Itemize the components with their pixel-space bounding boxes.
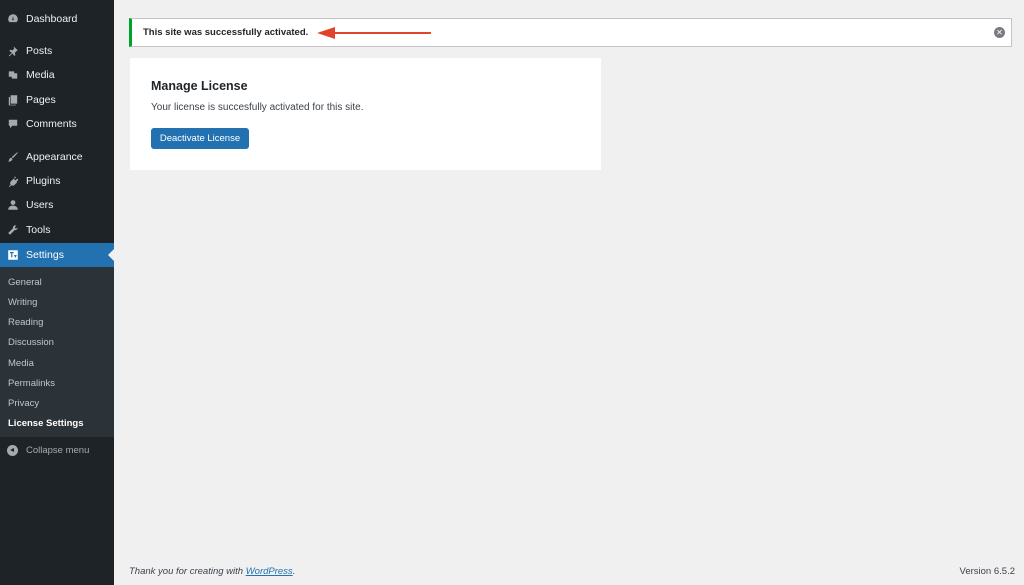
- footer-thanks-prefix: Thank you for creating with: [129, 566, 246, 577]
- pages-icon: [7, 94, 19, 106]
- submenu-item-writing[interactable]: Writing: [8, 297, 37, 308]
- menu-label: Pages: [26, 94, 56, 106]
- menu-label: Appearance: [26, 151, 83, 163]
- media-icon: [7, 69, 19, 81]
- submenu-item-media[interactable]: Media: [8, 358, 34, 369]
- pushpin-icon: [7, 45, 19, 57]
- menu-label: Users: [26, 199, 54, 211]
- footer-thanks-suffix: .: [292, 566, 296, 577]
- submenu-item-privacy[interactable]: Privacy: [8, 398, 39, 409]
- collapse-menu-label: Collapse menu: [26, 444, 90, 456]
- settings-submenu: General Writing Reading Discussion Media…: [0, 267, 114, 437]
- deactivate-license-button[interactable]: Deactivate License: [151, 128, 249, 149]
- admin-sidebar: Dashboard Posts Media Pages Comments App…: [0, 0, 114, 585]
- submenu-item-discussion[interactable]: Discussion: [8, 337, 54, 348]
- menu-item-settings[interactable]: Settings: [0, 243, 114, 267]
- wrench-icon: [7, 224, 19, 236]
- submenu-item-reading[interactable]: Reading: [8, 317, 43, 328]
- menu-label: Plugins: [26, 175, 61, 187]
- comment-icon: [7, 118, 19, 130]
- menu-item-dashboard[interactable]: Dashboard: [0, 7, 114, 31]
- current-page-pointer: [108, 249, 114, 261]
- menu-item-pages[interactable]: Pages: [0, 88, 114, 112]
- manage-license-card: Manage License Your license is succesful…: [130, 58, 601, 170]
- settings-icon: [7, 249, 19, 261]
- plug-icon: [7, 175, 19, 187]
- collapse-arrow-icon: [7, 444, 18, 456]
- wordpress-link[interactable]: WordPress: [246, 566, 293, 577]
- license-description: Your license is succesfully activated fo…: [151, 102, 364, 113]
- submenu-item-license-settings[interactable]: License Settings: [8, 418, 84, 429]
- submenu-item-permalinks[interactable]: Permalinks: [8, 378, 55, 389]
- user-icon: [7, 199, 19, 211]
- notice-message: This site was successfully activated.: [143, 27, 309, 38]
- menu-label: Posts: [26, 45, 53, 57]
- menu-label: Settings: [26, 249, 64, 261]
- menu-item-posts[interactable]: Posts: [0, 39, 114, 63]
- menu-item-tools[interactable]: Tools: [0, 218, 114, 242]
- menu-label: Dashboard: [26, 13, 78, 25]
- menu-label: Media: [26, 69, 55, 81]
- menu-item-media[interactable]: Media: [0, 63, 114, 87]
- version-label: Version 6.5.2: [959, 566, 1015, 577]
- dismiss-notice-icon[interactable]: ✕: [994, 27, 1005, 38]
- menu-item-comments[interactable]: Comments: [0, 112, 114, 136]
- menu-label: Tools: [26, 224, 51, 236]
- dashboard-icon: [7, 13, 19, 25]
- paintbrush-icon: [7, 151, 19, 163]
- menu-item-appearance[interactable]: Appearance: [0, 145, 114, 169]
- annotation-arrow: [317, 27, 431, 39]
- success-notice: This site was successfully activated. ✕: [129, 18, 1012, 47]
- menu-item-plugins[interactable]: Plugins: [0, 169, 114, 193]
- menu-label: Comments: [26, 118, 77, 130]
- footer-thanks: Thank you for creating with WordPress.: [129, 566, 295, 577]
- license-title: Manage License: [151, 79, 248, 93]
- collapse-menu-button[interactable]: Collapse menu: [0, 442, 114, 458]
- submenu-item-general[interactable]: General: [8, 277, 42, 288]
- menu-item-users[interactable]: Users: [0, 193, 114, 217]
